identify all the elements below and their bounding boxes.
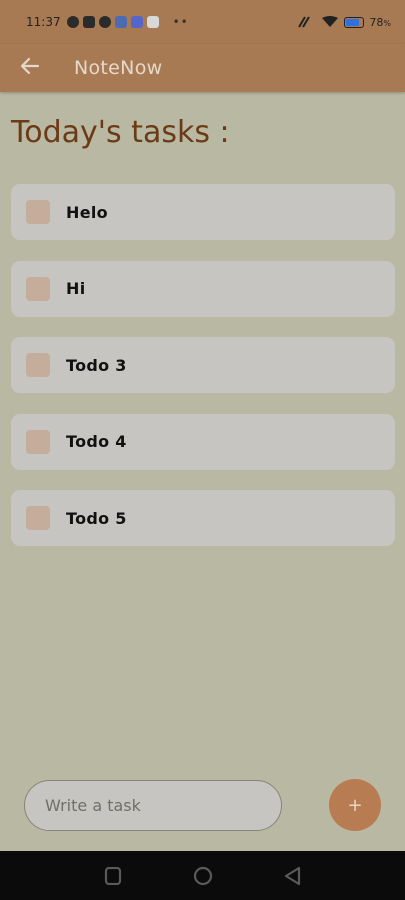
task-label: Todo 3: [66, 355, 127, 375]
plus-icon: +: [347, 794, 363, 816]
discord-icon: [130, 16, 143, 28]
task-label: Todo 4: [66, 432, 127, 451]
status-right: 78%: [298, 16, 391, 29]
task-input-wrapper: [24, 780, 282, 831]
more-notifications-icon: ••: [172, 15, 189, 29]
task-item: Todo 5: [11, 490, 395, 546]
task-label: Helo: [66, 202, 108, 222]
task-list: Helo Hi Todo 3 Todo 4 Todo 5: [11, 184, 395, 567]
app-icon: [146, 16, 159, 28]
task-checkbox[interactable]: [26, 276, 50, 301]
back-nav-button[interactable]: [283, 866, 303, 886]
clock-icon: [98, 16, 111, 28]
battery-icon: [344, 16, 365, 28]
task-input[interactable]: [25, 781, 281, 830]
home-button[interactable]: [193, 866, 213, 886]
page-title: Today's tasks :: [11, 115, 230, 150]
back-triangle-icon: [284, 866, 300, 885]
task-item: Helo: [11, 184, 395, 240]
arrow-left-icon: [20, 56, 40, 80]
status-left: 11:37 ••: [26, 15, 189, 29]
task-checkbox[interactable]: [26, 506, 50, 530]
status-bar: 11:37 •• 78%: [0, 0, 405, 44]
add-task-button[interactable]: +: [329, 779, 381, 831]
task-checkbox[interactable]: [26, 200, 50, 224]
task-label: Todo 5: [66, 508, 127, 528]
task-checkbox[interactable]: [26, 429, 50, 454]
task-label: Hi: [66, 279, 86, 298]
battery-percent: 78%: [369, 15, 391, 29]
dnd-icon: [66, 16, 79, 28]
task-checkbox[interactable]: [26, 353, 50, 377]
task-item: Todo 3: [11, 337, 395, 393]
recents-button[interactable]: [103, 866, 123, 886]
task-item: Todo 4: [11, 413, 395, 470]
back-button[interactable]: [8, 46, 52, 90]
system-nav-bar: [0, 851, 405, 900]
app-title: NoteNow: [74, 57, 163, 79]
status-time: 11:37: [26, 15, 61, 29]
messenger-icon: [114, 16, 127, 28]
signal-icon: [298, 16, 316, 28]
app-bar: NoteNow: [0, 44, 405, 92]
recents-icon: [104, 866, 121, 885]
wifi-icon: [321, 16, 339, 28]
home-icon: [193, 866, 212, 885]
task-item: Hi: [11, 260, 395, 317]
tiktok-icon: [82, 16, 95, 28]
